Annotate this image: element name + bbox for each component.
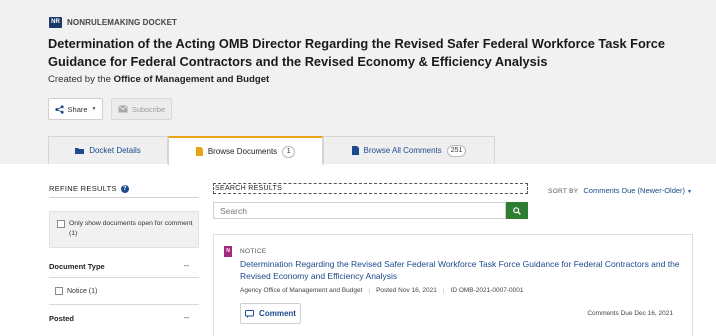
facet-document-type-title[interactable]: Document Type: [49, 262, 105, 271]
meta-separator: |: [442, 287, 445, 294]
document-id-meta: ID OMB-2021-0007-0001: [450, 287, 524, 294]
help-icon[interactable]: ?: [120, 184, 129, 193]
notice-option-label: Notice (1): [67, 287, 98, 295]
created-by-prefix: Created by the: [48, 74, 111, 85]
comment-label: Comment: [259, 309, 296, 318]
share-label: Share: [67, 104, 88, 114]
comment-button[interactable]: Comment: [240, 303, 301, 324]
tab-docket-details[interactable]: Docket Details: [48, 136, 168, 164]
divider: [49, 197, 199, 198]
share-button[interactable]: Share ▼: [48, 98, 103, 120]
open-for-comment-label[interactable]: Only show documents open for comment (1): [69, 219, 194, 239]
collapse-icon[interactable]: –: [184, 260, 189, 270]
docket-tabs: Docket Details Browse Documents 1 Browse…: [48, 136, 495, 165]
created-by-agency: Office of Management and Budget: [113, 74, 270, 85]
facet-option-notice[interactable]: Notice (1): [55, 287, 97, 295]
search-input[interactable]: [213, 202, 506, 219]
divider: [49, 304, 199, 305]
search-button[interactable]: [506, 202, 528, 219]
notice-document-icon: N: [224, 246, 232, 257]
share-icon: [54, 104, 64, 114]
folder-icon: [75, 148, 85, 154]
comments-due-date: Comments Due Dec 16, 2021: [587, 310, 673, 317]
result-card: N NOTICE Determination Regarding the Rev…: [213, 234, 693, 336]
nonrulemaking-badge: NR: [49, 17, 62, 28]
document-type-label: NOTICE: [240, 248, 267, 255]
open-for-comment-checkbox[interactable]: [57, 220, 65, 228]
search-icon: [513, 206, 521, 215]
comment-icon: [245, 309, 255, 318]
document-meta: Agency Office of Management and Budget |…: [240, 287, 524, 294]
comments-icon: [351, 146, 359, 155]
meta-separator: |: [368, 287, 371, 294]
refine-results-heading: REFINE RESULTS ?: [49, 184, 129, 193]
caret-down-icon: ▼: [687, 189, 692, 195]
documents-count-badge: 1: [282, 145, 296, 158]
sort-by-value[interactable]: Comments Due (Newer-Older): [583, 186, 685, 195]
envelope-icon: [118, 105, 128, 113]
posted-meta: Posted Nov 16, 2021: [376, 287, 437, 294]
subscribe-button[interactable]: Subscribe: [111, 98, 172, 120]
created-by: Created by the Office of Management and …: [48, 74, 269, 85]
docket-title: Determination of the Acting OMB Director…: [48, 36, 665, 69]
document-icon: [195, 147, 203, 156]
comments-count-badge: 251: [446, 144, 467, 157]
tab-browse-all-comments[interactable]: Browse All Comments 251: [323, 136, 495, 164]
docket-type-label: NONRULEMAKING DOCKET: [67, 18, 177, 27]
tab-label: Docket Details: [89, 146, 141, 155]
open-for-comment-filter: Only show documents open for comment (1): [49, 211, 199, 248]
caret-down-icon: ▼: [91, 106, 97, 112]
document-title-link[interactable]: Determination Regarding the Revised Safe…: [240, 258, 685, 282]
tab-label: Browse All Comments: [363, 146, 442, 155]
tab-label: Browse Documents: [207, 147, 278, 156]
divider: [49, 277, 199, 278]
subscribe-label: Subscribe: [131, 104, 166, 114]
collapse-icon[interactable]: –: [184, 312, 189, 322]
tab-browse-documents[interactable]: Browse Documents 1: [168, 136, 323, 165]
agency-meta: Agency Office of Management and Budget: [240, 287, 363, 294]
search-results-label: SEARCH RESULTS: [213, 183, 528, 194]
sort-by-label: SORT BY: [548, 188, 579, 195]
docket-type-tag: NR NONRULEMAKING DOCKET: [49, 17, 177, 28]
facet-posted-title[interactable]: Posted: [49, 314, 74, 323]
notice-checkbox[interactable]: [55, 287, 63, 295]
refine-results-label: REFINE RESULTS: [49, 184, 117, 193]
sort-control[interactable]: SORT BY Comments Due (Newer-Older) ▼: [548, 186, 692, 195]
